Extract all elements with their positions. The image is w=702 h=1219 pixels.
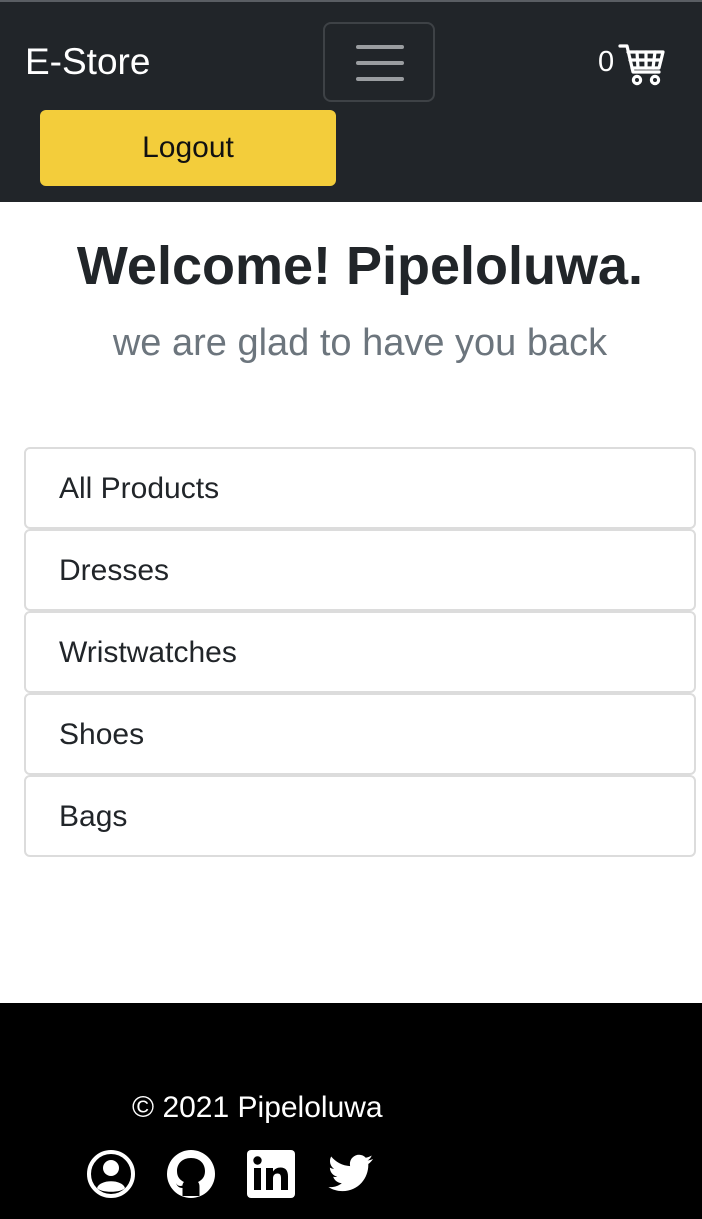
category-item-dresses[interactable]: Dresses — [24, 529, 696, 611]
welcome-heading: Welcome! Pipeloluwa. — [76, 236, 644, 296]
github-icon[interactable] — [166, 1149, 216, 1199]
footer: © 2021 Pipeloluwa — [0, 1003, 702, 1219]
cart-button[interactable]: 0 — [598, 42, 666, 92]
logout-button[interactable]: Logout — [40, 110, 336, 186]
top-border — [0, 0, 702, 8]
cart-count: 0 — [598, 46, 615, 78]
category-list: All Products Dresses Wristwatches Shoes … — [24, 447, 696, 857]
hamburger-menu-icon-line — [356, 77, 404, 81]
hamburger-menu-icon — [356, 45, 404, 49]
menu-toggle-button[interactable] — [323, 22, 435, 102]
category-item-wristwatches[interactable]: Wristwatches — [24, 611, 696, 693]
category-item-all-products[interactable]: All Products — [24, 447, 696, 529]
navbar: E-Store 0 Logout — [0, 8, 702, 202]
welcome-subtitle: we are glad to have you back — [112, 322, 608, 364]
twitter-icon[interactable] — [326, 1149, 376, 1199]
copyright-text: © 2021 Pipeloluwa — [132, 1091, 383, 1124]
linkedin-icon[interactable] — [246, 1149, 296, 1199]
profile-icon[interactable] — [86, 1149, 136, 1199]
hamburger-menu-icon-line — [356, 61, 404, 65]
category-item-bags[interactable]: Bags — [24, 775, 696, 857]
brand-link[interactable]: E-Store — [25, 42, 150, 82]
shopping-cart-icon — [618, 44, 665, 86]
social-links — [86, 1149, 376, 1199]
category-item-shoes[interactable]: Shoes — [24, 693, 696, 775]
